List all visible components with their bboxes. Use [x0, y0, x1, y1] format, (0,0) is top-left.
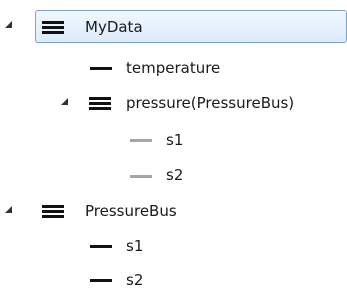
- tree-node-pressure-s1[interactable]: s1: [166, 130, 183, 150]
- signal-icon-inherited: [130, 175, 152, 178]
- tree-view: MyData temperature pressure(PressureBus)…: [0, 0, 347, 290]
- struct-icon: [42, 21, 64, 34]
- tree-node-pressure-s2[interactable]: s2: [166, 165, 183, 185]
- expand-arrow-icon[interactable]: [61, 98, 68, 105]
- signal-icon: [90, 67, 112, 70]
- struct-icon: [89, 97, 111, 110]
- expand-arrow-icon[interactable]: [5, 21, 12, 28]
- tree-node-temperature[interactable]: temperature: [126, 58, 220, 78]
- signal-icon: [90, 279, 112, 282]
- tree-node-pressurebus-s1[interactable]: s1: [126, 236, 143, 256]
- tree-row-mydata-selection: [35, 10, 347, 43]
- signal-icon: [90, 245, 112, 248]
- signal-icon-inherited: [130, 139, 152, 142]
- tree-node-pressure[interactable]: pressure(PressureBus): [126, 93, 294, 113]
- tree-node-pressurebus-s2[interactable]: s2: [126, 270, 143, 290]
- tree-node-pressurebus[interactable]: PressureBus: [85, 201, 177, 221]
- tree-node-mydata[interactable]: MyData: [85, 17, 143, 37]
- expand-arrow-icon[interactable]: [5, 206, 12, 213]
- struct-icon: [42, 205, 64, 218]
